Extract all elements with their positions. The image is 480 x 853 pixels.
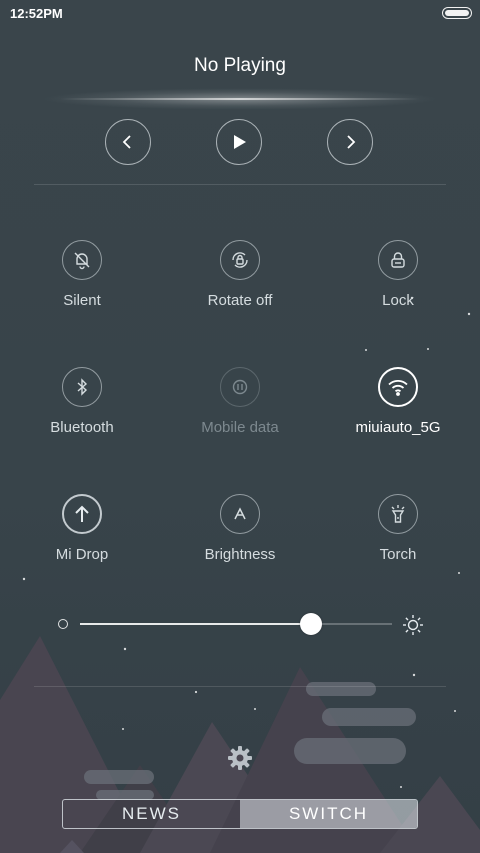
dim-circle-icon [58,619,68,629]
auto-brightness-icon [234,507,246,520]
toggle-label: Lock [382,292,414,309]
toggle-label: Bluetooth [50,419,114,436]
gear-icon[interactable] [226,744,254,772]
divider [34,686,446,687]
toggle-label: Mi Drop [55,546,109,563]
toggle-label: miuiauto_5G [355,419,441,436]
toggle-bluetooth[interactable]: Bluetooth [22,367,142,436]
brightness-slider[interactable] [80,613,392,635]
bell-off-icon [74,252,90,270]
wifi-icon [388,380,408,396]
upload-arrow-icon [75,505,89,522]
next-button[interactable] [327,119,373,165]
battery-icon [442,7,472,19]
toggle-bluetooth-circle [62,367,102,407]
mobile-data-icon [232,379,248,395]
toggle-mi-drop-circle [62,494,102,534]
divider [34,184,446,185]
media-title: No Playing [194,55,286,76]
media-glow-line [60,98,420,100]
previous-button[interactable] [105,119,151,165]
toggle-wifi-circle [378,367,418,407]
toggle-rotate[interactable]: Rotate off [180,240,300,309]
status-time: 12:52PM [10,6,63,21]
toggle-silent-circle [62,240,102,280]
lock-icon [391,252,405,268]
toggle-silent[interactable]: Silent [22,240,142,309]
toggle-lock-circle [378,240,418,280]
chevron-right-icon [347,135,356,149]
play-icon [234,135,246,149]
toggle-mobile-data[interactable]: Mobile data [180,367,300,436]
sun-icon [403,615,423,635]
flashlight-icon [391,505,405,523]
brightness-slider-thumb[interactable] [299,613,322,635]
brightness-slider-fill [80,623,311,625]
toggle-rotate-circle [220,240,260,280]
toggle-torch[interactable]: Torch [338,494,458,563]
chevron-left-icon [122,135,131,149]
toggle-mi-drop[interactable]: Mi Drop [22,494,142,563]
battery-level-fill [445,10,469,16]
toggle-mobile-data-circle [220,367,260,407]
toggle-lock[interactable]: Lock [338,240,458,309]
toggle-label: Rotate off [207,292,273,309]
toggle-label: Torch [379,546,417,563]
toggle-torch-circle [378,494,418,534]
rotate-lock-icon [232,252,248,268]
bluetooth-icon [77,378,88,396]
toggle-label: Mobile data [201,419,279,436]
toggle-label: Brightness [204,546,276,563]
toggle-brightness[interactable]: Brightness [180,494,300,563]
tab-bar: NEWS SWITCH [62,799,418,829]
toggle-label: Silent [63,292,101,309]
play-button[interactable] [216,119,262,165]
toggle-wifi[interactable]: miuiauto_5G [338,367,458,436]
toggle-brightness-circle [220,494,260,534]
tab-switch[interactable]: SWITCH [240,800,417,828]
tab-news[interactable]: NEWS [63,800,240,828]
